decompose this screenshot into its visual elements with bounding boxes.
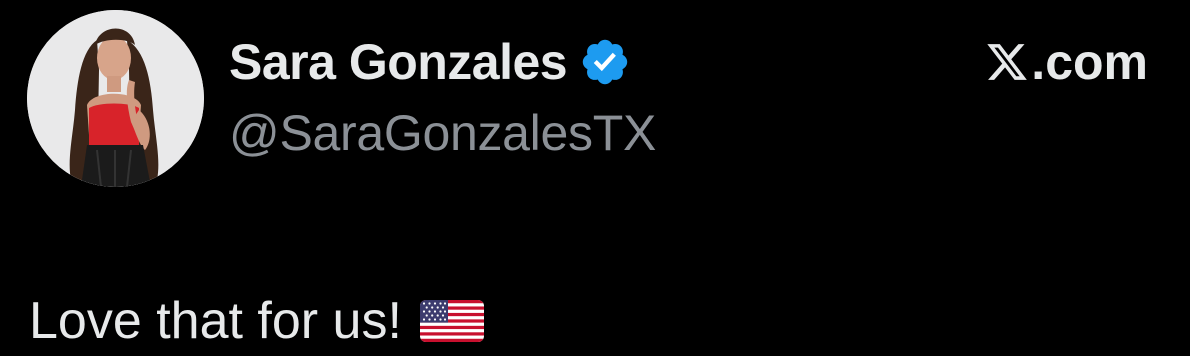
post-text: Love that for us! [29,292,402,350]
author-name-row: Sara Gonzales [229,30,631,94]
brand-watermark: .com [985,32,1148,92]
author-handle[interactable]: @SaraGonzalesTX [229,104,656,162]
brand-suffix: .com [1031,34,1148,90]
tweet-card: Sara Gonzales @SaraGonzalesTX .com Love … [0,0,1190,356]
verified-badge-icon [579,36,631,88]
us-flag-emoji [419,300,484,342]
author-display-name[interactable]: Sara Gonzales [229,33,568,91]
post-text-row: Love that for us! [29,288,484,354]
x-logo-icon [985,39,1029,85]
profile-avatar[interactable] [27,10,204,187]
